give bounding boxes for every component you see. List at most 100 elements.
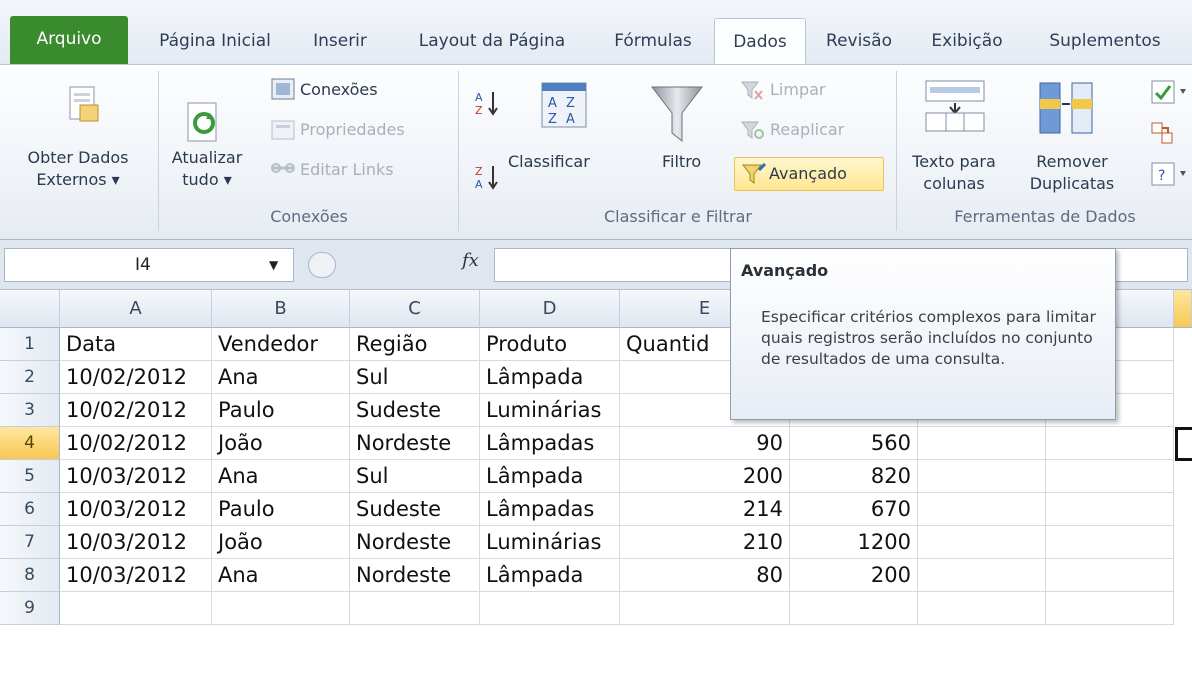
what-if-analysis-icon[interactable]: ? xyxy=(1150,161,1188,187)
sort-descending-icon[interactable]: ZA xyxy=(474,163,500,191)
cell[interactable]: Sudeste xyxy=(350,493,480,526)
cell[interactable]: Luminárias xyxy=(480,394,620,427)
cell[interactable]: 1200 xyxy=(790,526,918,559)
cell[interactable] xyxy=(212,592,350,625)
cell[interactable]: Paulo xyxy=(212,493,350,526)
cell[interactable]: João xyxy=(212,427,350,460)
cell[interactable]: Nordeste xyxy=(350,427,480,460)
edit-links-button[interactable]: Editar Links xyxy=(300,159,394,181)
cell[interactable]: Ana xyxy=(212,460,350,493)
cell[interactable] xyxy=(60,592,212,625)
cell[interactable] xyxy=(790,592,918,625)
tab-home[interactable]: Página Inicial xyxy=(140,18,290,64)
sort-ascending-icon[interactable]: AZ xyxy=(474,89,500,117)
connections-button[interactable]: Conexões xyxy=(300,79,378,101)
tab-formulas[interactable]: Fórmulas xyxy=(600,18,706,64)
cell[interactable] xyxy=(1046,592,1174,625)
cell[interactable]: João xyxy=(212,526,350,559)
cell[interactable]: Nordeste xyxy=(350,559,480,592)
cell[interactable]: 10/02/2012 xyxy=(60,394,212,427)
cell[interactable]: Nordeste xyxy=(350,526,480,559)
row-header-selected[interactable]: 4 xyxy=(0,427,60,460)
row-header[interactable]: 8 xyxy=(0,559,60,592)
cell[interactable] xyxy=(620,592,790,625)
remove-duplicates-icon[interactable] xyxy=(1036,79,1094,137)
column-header-i[interactable] xyxy=(1174,290,1192,328)
cell[interactable]: 200 xyxy=(790,559,918,592)
cell[interactable]: Lâmpada xyxy=(480,361,620,394)
cell[interactable]: 820 xyxy=(790,460,918,493)
cell[interactable]: 80 xyxy=(620,559,790,592)
tab-file[interactable]: Arquivo xyxy=(10,16,128,64)
row-header[interactable]: 3 xyxy=(0,394,60,427)
cell[interactable] xyxy=(1046,526,1174,559)
row-header[interactable]: 6 xyxy=(0,493,60,526)
tab-data[interactable]: Dados xyxy=(714,18,806,65)
name-box[interactable]: I4 ▼ xyxy=(4,248,294,282)
cell[interactable] xyxy=(918,592,1046,625)
properties-button[interactable]: Propriedades xyxy=(300,119,405,141)
sort-button[interactable]: Classificar xyxy=(508,151,590,173)
external-data-icon[interactable] xyxy=(66,85,102,125)
column-header-a[interactable]: A xyxy=(60,290,212,328)
cell[interactable] xyxy=(918,460,1046,493)
cell[interactable]: Sudeste xyxy=(350,394,480,427)
clear-button[interactable]: Limpar xyxy=(770,79,825,101)
formula-bar-splitter-icon[interactable] xyxy=(308,252,336,278)
cell[interactable] xyxy=(1046,559,1174,592)
cell[interactable]: Produto xyxy=(480,328,620,361)
cell[interactable]: Data xyxy=(60,328,212,361)
active-cell-indicator[interactable] xyxy=(1175,427,1192,461)
tab-add-ins[interactable]: Suplementos xyxy=(1030,18,1180,64)
filter-button[interactable]: Filtro xyxy=(662,151,701,173)
filter-funnel-icon[interactable] xyxy=(650,83,704,145)
cell[interactable]: 670 xyxy=(790,493,918,526)
refresh-all-icon[interactable] xyxy=(184,101,224,145)
data-validation-icon[interactable] xyxy=(1150,79,1188,105)
remove-duplicates-button[interactable]: Remover Duplicatas xyxy=(1016,151,1128,195)
cell[interactable] xyxy=(1046,460,1174,493)
text-to-columns-button[interactable]: Texto para colunas xyxy=(900,151,1008,195)
name-box-dropdown-icon[interactable]: ▼ xyxy=(269,249,278,281)
select-all-corner[interactable] xyxy=(0,290,60,328)
cell[interactable]: 10/03/2012 xyxy=(60,493,212,526)
text-to-columns-icon[interactable] xyxy=(924,79,986,133)
get-external-data-button[interactable]: Obter Dados Externos ▾ xyxy=(0,147,156,191)
cell[interactable] xyxy=(350,592,480,625)
cell[interactable] xyxy=(1046,493,1174,526)
column-header-d[interactable]: D xyxy=(480,290,620,328)
row-header[interactable]: 7 xyxy=(0,526,60,559)
row-header[interactable]: 9 xyxy=(0,592,60,625)
cell[interactable] xyxy=(1046,427,1174,460)
reapply-button[interactable]: Reaplicar xyxy=(770,119,844,141)
cell[interactable]: 10/02/2012 xyxy=(60,427,212,460)
refresh-all-button[interactable]: Atualizar tudo ▾ xyxy=(164,147,250,191)
cell[interactable]: 90 xyxy=(620,427,790,460)
cell[interactable] xyxy=(918,526,1046,559)
sort-dialog-icon[interactable]: AZZA xyxy=(540,81,588,129)
tab-view[interactable]: Exibição xyxy=(914,18,1020,64)
cell[interactable]: Ana xyxy=(212,361,350,394)
cell[interactable]: Região xyxy=(350,328,480,361)
cell[interactable] xyxy=(918,559,1046,592)
cell[interactable]: Luminárias xyxy=(480,526,620,559)
cell[interactable]: 214 xyxy=(620,493,790,526)
insert-function-icon[interactable]: fx xyxy=(462,250,479,271)
advanced-filter-button[interactable]: Avançado xyxy=(734,157,884,191)
cell[interactable]: Lâmpada xyxy=(480,559,620,592)
row-header[interactable]: 2 xyxy=(0,361,60,394)
tab-review[interactable]: Revisão xyxy=(814,18,904,64)
cell[interactable]: 10/03/2012 xyxy=(60,559,212,592)
cell[interactable]: Sul xyxy=(350,460,480,493)
cell[interactable]: Lâmpadas xyxy=(480,427,620,460)
column-header-b[interactable]: B xyxy=(212,290,350,328)
cell[interactable]: 10/03/2012 xyxy=(60,460,212,493)
cell[interactable]: Lâmpadas xyxy=(480,493,620,526)
cell[interactable]: Paulo xyxy=(212,394,350,427)
cell[interactable] xyxy=(918,493,1046,526)
cell[interactable]: 10/03/2012 xyxy=(60,526,212,559)
row-header[interactable]: 5 xyxy=(0,460,60,493)
cell[interactable]: 10/02/2012 xyxy=(60,361,212,394)
consolidate-icon[interactable] xyxy=(1150,121,1174,145)
tab-page-layout[interactable]: Layout da Página xyxy=(392,18,592,64)
